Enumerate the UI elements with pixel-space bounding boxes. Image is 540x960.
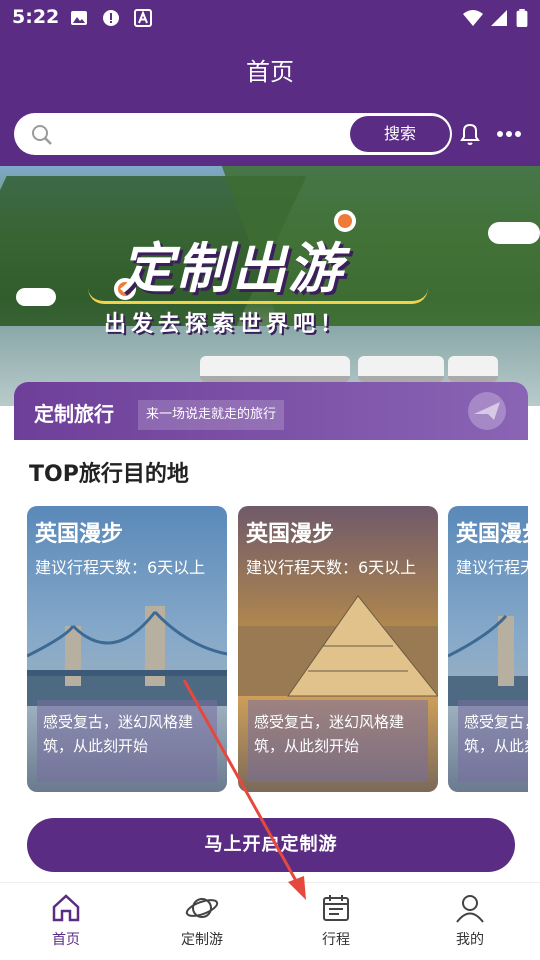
nav-item-itinerary[interactable]: 行程 [286,893,386,949]
nav-label: 首页 [52,932,80,948]
wifi-icon [463,10,483,26]
destination-card[interactable]: 英国漫步 建议行程天数：6天以上 感受复古，迷幻风格建筑，从此刻开始 [27,506,227,792]
rv-decoration [358,356,444,382]
search-button[interactable]: 搜索 [350,116,450,152]
nav-item-mine[interactable]: 我的 [420,893,520,949]
louvre-image [238,595,438,697]
rv-decoration [448,356,498,382]
destination-card[interactable]: 英国漫步 建议行程天数：6天以上 感受复古，迷幻风格建筑，从此刻开始 [238,506,438,792]
banner-subtitle: 出发去探索世界吧！ [104,312,348,337]
nav-item-custom-trip[interactable]: 定制游 [152,893,252,949]
section-title: TOP旅行目的地 [29,462,189,487]
destination-days: 建议行程天数：6天以上 [456,558,528,577]
destination-desc: 感受复古，迷幻风格建筑，从此刻开始 [248,700,428,782]
destination-desc: 感受复古，迷幻风格建筑，从此刻开始 [37,700,217,782]
tower-bridge-image [448,614,528,706]
plane-icon [468,392,506,430]
top-bar: 5:22 首页 搜索 [0,0,540,166]
destination-name: 英国漫步 [35,522,124,547]
card-subtitle: 来一场说走就走的旅行 [138,400,285,430]
cloud-decoration [16,288,56,306]
status-bar: 5:22 [0,0,540,36]
bottom-nav: 首页 定制游 行程 我的 [0,882,540,960]
card-header: 定制旅行 来一场说走就走的旅行 [14,382,528,440]
alert-notification-icon [103,10,119,26]
nav-label: 定制游 [181,932,223,948]
custom-travel-card: 定制旅行 来一场说走就走的旅行 TOP旅行目的地 英国漫步 建议行程天数：6天以… [14,382,528,882]
search-icon [32,125,52,145]
tower-bridge-image [27,606,227,706]
nav-label: 我的 [456,932,484,948]
status-time: 5:22 [12,6,60,28]
signal-icon [491,10,507,26]
destination-days: 建议行程天数：6天以上 [246,558,417,577]
hero-banner[interactable]: 定制出游 出发去探索世界吧！ [0,166,540,406]
destination-days: 建议行程天数：6天以上 [35,558,206,577]
destination-name: 英国漫步 [456,522,528,547]
battery-icon [516,9,528,27]
font-notification-icon [134,9,152,27]
more-icon[interactable] [496,130,522,138]
user-icon [456,895,484,923]
start-custom-trip-button[interactable]: 马上开启定制游 [27,818,515,872]
calendar-icon [323,895,349,921]
home-icon [52,894,80,922]
rv-decoration [200,356,350,382]
destination-name: 英国漫步 [246,522,335,547]
cloud-decoration [488,222,540,244]
card-title: 定制旅行 [34,402,114,426]
destination-card[interactable]: 英国漫步 建议行程天数：6天以上 感受复古，迷幻风格建筑，从此刻开始 [448,506,528,792]
page-title: 首页 [246,58,294,86]
nav-item-home[interactable]: 首页 [16,893,116,949]
bell-icon[interactable] [458,121,482,147]
banner-title: 定制出游 [120,237,344,300]
destination-desc: 感受复古，迷幻风格建筑，从此刻开始 [458,700,528,782]
image-notification-icon [71,11,87,25]
planet-icon [185,898,219,918]
nav-label: 行程 [322,932,350,948]
search-bar[interactable]: 搜索 [14,113,452,155]
